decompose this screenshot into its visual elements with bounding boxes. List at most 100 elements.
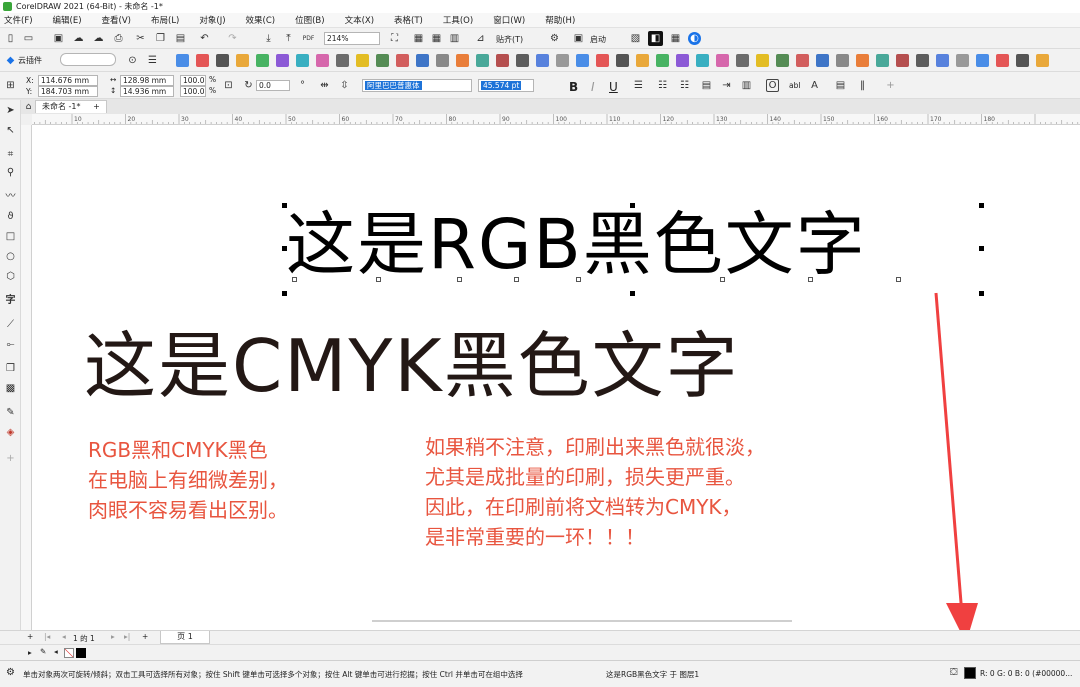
add-property-icon[interactable]: + <box>884 79 897 92</box>
x-position-field[interactable]: 114.676 mm <box>38 75 98 86</box>
plugin-icon[interactable] <box>596 54 609 67</box>
eyedropper-icon[interactable]: ✎ <box>40 647 46 656</box>
plugin-icon[interactable] <box>616 54 629 67</box>
glyph-icon[interactable]: A <box>808 79 821 92</box>
print-icon[interactable]: ⎙ <box>112 32 125 45</box>
last-page-icon[interactable]: ▸| <box>124 632 130 641</box>
menu-tools[interactable]: 工具(O) <box>443 14 473 26</box>
corel-connect-icon[interactable]: ◧ <box>648 31 663 46</box>
plugin-search-field[interactable] <box>60 53 116 66</box>
menu-table[interactable]: 表格(T) <box>394 14 423 26</box>
plugin-icon[interactable] <box>196 54 209 67</box>
eyedropper-tool-icon[interactable]: ✎ <box>4 406 17 419</box>
status-settings-icon[interactable]: ⚙ <box>6 667 15 678</box>
prev-page-icon[interactable]: ◂ <box>62 632 66 641</box>
show-grid-icon[interactable]: ▦ <box>430 32 443 45</box>
ellipse-tool-icon[interactable]: ○ <box>4 250 17 263</box>
add-page-icon[interactable]: + <box>27 632 33 641</box>
plugin-icon[interactable] <box>816 54 829 67</box>
plugin-icon[interactable] <box>796 54 809 67</box>
plugin-icon[interactable] <box>316 54 329 67</box>
rotation-field[interactable]: 0.0 <box>256 80 290 91</box>
indent-icon[interactable]: ⇥ <box>720 79 733 92</box>
cut-icon[interactable]: ✂ <box>134 32 147 45</box>
black-swatch[interactable] <box>76 648 86 658</box>
object-origin-icon[interactable]: ⊞ <box>4 79 17 92</box>
plugin-icon[interactable] <box>296 54 309 67</box>
vertical-ruler[interactable] <box>21 125 32 630</box>
artistic-media-tool-icon[interactable]: ϑ <box>4 210 17 223</box>
plugin-icon[interactable] <box>976 54 989 67</box>
plugin-icon[interactable] <box>396 54 409 67</box>
plugin-icon[interactable] <box>416 54 429 67</box>
plugin-icon[interactable] <box>856 54 869 67</box>
no-fill-swatch[interactable] <box>64 648 74 658</box>
freehand-tool-icon[interactable]: 〰 <box>4 190 17 203</box>
plugin-icon[interactable] <box>996 54 1009 67</box>
menu-effects[interactable]: 效果(C) <box>246 14 276 26</box>
plugin-icon[interactable] <box>276 54 289 67</box>
menu-window[interactable]: 窗口(W) <box>493 14 525 26</box>
text-tool-icon[interactable]: 字 <box>4 294 17 307</box>
menu-view[interactable]: 查看(V) <box>102 14 131 26</box>
palette-scroll-icon[interactable]: ◂ <box>54 647 58 656</box>
underline-button[interactable]: U <box>609 80 618 94</box>
vertical-text-icon[interactable]: ‖ <box>856 79 869 92</box>
drop-shadow-tool-icon[interactable]: ❒ <box>4 362 17 375</box>
pick-tool-icon[interactable]: ➤ <box>4 104 17 117</box>
plugin-icon[interactable] <box>336 54 349 67</box>
plugin-icon[interactable] <box>556 54 569 67</box>
plugin-icon[interactable] <box>736 54 749 67</box>
undo-icon[interactable]: ↶ <box>198 32 211 45</box>
welcome-screen-icon[interactable]: ▧ <box>628 31 643 46</box>
drop-cap-icon[interactable]: ▤ <box>700 79 713 92</box>
connector-tool-icon[interactable]: ⟜ <box>4 338 17 351</box>
plugin-icon[interactable] <box>216 54 229 67</box>
plugin-icon[interactable] <box>676 54 689 67</box>
scale-x-field[interactable]: 100.0 <box>180 75 206 86</box>
plugin-icon[interactable] <box>716 54 729 67</box>
full-screen-icon[interactable]: ⛶ <box>388 32 401 45</box>
plugin-icon[interactable] <box>256 54 269 67</box>
bullet-list-icon[interactable]: ☷ <box>656 79 669 92</box>
show-rulers-icon[interactable]: ▦ <box>412 32 425 45</box>
edit-text-button[interactable]: abl <box>789 81 800 90</box>
add-page-after-icon[interactable]: + <box>142 632 148 641</box>
font-size-field[interactable]: 45.574 pt <box>478 79 534 92</box>
plugin-icon[interactable] <box>876 54 889 67</box>
cloud-plugin-icon[interactable]: ◆ <box>4 54 17 67</box>
plugin-icon[interactable] <box>1036 54 1049 67</box>
zoom-level-field[interactable]: 214% <box>324 32 380 45</box>
plugin-icon[interactable] <box>376 54 389 67</box>
plugin-icon[interactable] <box>756 54 769 67</box>
fill-color-swatch[interactable] <box>964 667 976 679</box>
menu-bitmaps[interactable]: 位图(B) <box>295 14 324 26</box>
cloud-plugin-label[interactable]: 云插件 <box>18 55 42 66</box>
paste-icon[interactable]: ▤ <box>174 32 187 45</box>
plugin-icon[interactable] <box>176 54 189 67</box>
page-tab[interactable]: 页 1 <box>160 631 210 644</box>
snap-to-dropdown[interactable]: 贴齐(T) <box>496 34 523 45</box>
horizontal-text-icon[interactable]: ▤ <box>834 79 847 92</box>
menu-object[interactable]: 对象(J) <box>199 14 225 26</box>
horizontal-ruler[interactable]: 10 20 30 40 50 60 70 80 90 100 110 120 130 140 150 160 1… <box>32 114 1080 125</box>
plugin-icon[interactable] <box>916 54 929 67</box>
home-icon[interactable]: ⌂ <box>22 100 35 113</box>
menu-edit[interactable]: 编辑(E) <box>53 14 82 26</box>
width-field[interactable]: 128.98 mm <box>120 75 174 86</box>
launch-icon[interactable]: ▣ <box>572 32 585 45</box>
columns-icon[interactable]: ▥ <box>740 79 753 92</box>
export-icon[interactable]: ⤒ <box>282 32 295 45</box>
plugin-icon[interactable] <box>236 54 249 67</box>
drawing-canvas[interactable]: 这是RGB黑色文字 这是CMYK黑色文字 RGB黑和CMYK黑色 在电脑上有细微… <box>32 125 1080 630</box>
plugin-icon[interactable] <box>776 54 789 67</box>
document-tab[interactable]: 未命名 -1* + <box>35 100 107 113</box>
cloud-download-icon[interactable]: ☁ <box>92 32 105 45</box>
palette-menu-icon[interactable]: ▸ <box>28 648 32 657</box>
menu-file[interactable]: 文件(F) <box>4 14 33 26</box>
bold-button[interactable]: B <box>569 80 578 94</box>
open-icon[interactable]: ▭ <box>22 32 35 45</box>
next-page-icon[interactable]: ▸ <box>111 632 115 641</box>
first-page-icon[interactable]: |◂ <box>44 632 50 641</box>
redo-icon[interactable]: ↷ <box>226 32 239 45</box>
